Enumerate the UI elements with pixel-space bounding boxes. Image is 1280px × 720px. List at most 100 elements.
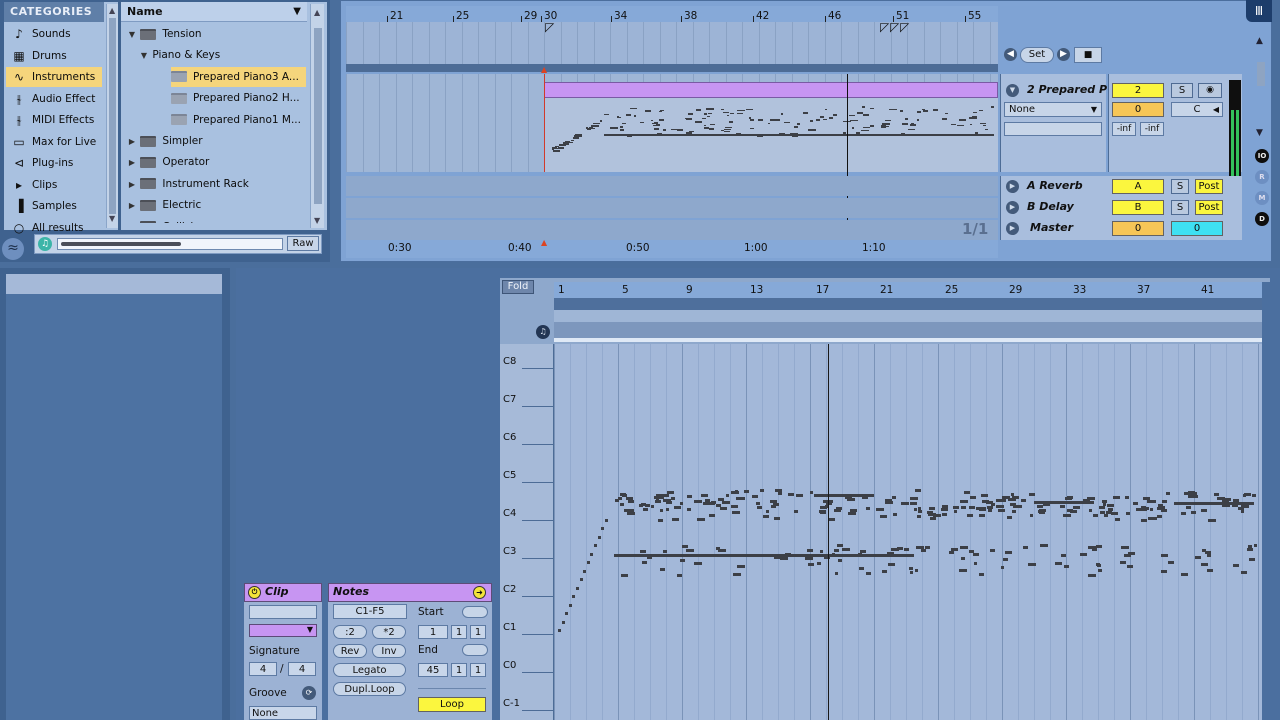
raw-button[interactable]: Raw: [287, 236, 319, 251]
file-item[interactable]: Prepared Piano3 A...: [171, 66, 306, 87]
midi-note[interactable]: [561, 620, 565, 624]
midi-note[interactable]: [893, 512, 898, 516]
midi-note[interactable]: [757, 506, 762, 510]
midi-note[interactable]: [891, 496, 897, 500]
midi-note[interactable]: [686, 549, 694, 553]
midi-note[interactable]: [910, 570, 914, 574]
midi-note[interactable]: [662, 493, 670, 497]
midi-note[interactable]: [1004, 550, 1011, 554]
midi-note[interactable]: [665, 501, 672, 505]
midi-note[interactable]: [875, 508, 884, 512]
midi-note[interactable]: [719, 506, 727, 510]
file-item[interactable]: ▶ Simpler: [127, 131, 306, 151]
set-button[interactable]: Set: [1020, 47, 1054, 63]
locator-flag-icon[interactable]: ◸: [545, 20, 554, 34]
midi-note[interactable]: [679, 558, 686, 562]
midi-note[interactable]: [963, 491, 970, 495]
preview-headphone-icon[interactable]: ♫: [38, 237, 52, 251]
midi-note[interactable]: [837, 544, 844, 548]
file-item[interactable]: ▼ Piano & Keys: [139, 45, 306, 65]
send-b-button[interactable]: B: [1112, 200, 1164, 215]
midi-note[interactable]: [725, 493, 730, 497]
end-beat[interactable]: 1: [451, 663, 467, 677]
midi-note[interactable]: [1022, 545, 1028, 549]
expand-icon[interactable]: ▼: [127, 25, 137, 45]
midi-note[interactable]: [1180, 572, 1189, 576]
midi-note[interactable]: [897, 546, 903, 550]
midi-note[interactable]: [1161, 554, 1169, 558]
midi-note[interactable]: [1194, 556, 1201, 560]
midi-note[interactable]: [1208, 518, 1217, 522]
midi-note[interactable]: [660, 508, 664, 512]
signature-numerator[interactable]: 4: [249, 662, 277, 676]
notes-arrow-icon[interactable]: ➜: [473, 586, 486, 599]
midi-note[interactable]: [1152, 499, 1156, 503]
file-scroll-thumb[interactable]: [314, 28, 322, 204]
master-volume[interactable]: 0: [1112, 221, 1164, 236]
category-scrollbar[interactable]: ▲ ▼: [106, 4, 118, 228]
midi-note[interactable]: [777, 491, 782, 495]
midi-note[interactable]: [737, 497, 746, 501]
notes-section-header[interactable]: Notes ➜: [328, 583, 492, 602]
midi-note[interactable]: [1126, 511, 1130, 515]
collapse-icon[interactable]: ▶: [127, 175, 137, 195]
note-range-field[interactable]: C1-F5: [333, 604, 407, 619]
start-end-markers[interactable]: [554, 310, 1262, 322]
midi-note[interactable]: [949, 551, 954, 555]
midi-note[interactable]: [1003, 557, 1008, 561]
midi-note[interactable]: [737, 565, 745, 569]
midi-note[interactable]: [756, 501, 760, 505]
midi-note[interactable]: [657, 518, 663, 522]
solo-button[interactable]: S: [1171, 83, 1193, 98]
midi-note[interactable]: [925, 545, 930, 549]
midi-note[interactable]: [626, 496, 633, 500]
midi-note[interactable]: [1247, 547, 1253, 551]
midi-note[interactable]: [930, 517, 937, 521]
locator-flag-icon[interactable]: ◸: [890, 20, 899, 34]
midi-note[interactable]: [1214, 493, 1219, 497]
track-name[interactable]: 2 Prepared P: [1027, 83, 1107, 96]
midi-note[interactable]: [653, 496, 661, 500]
midi-note[interactable]: [1251, 493, 1256, 497]
midi-note[interactable]: [941, 504, 948, 508]
midi-note[interactable]: [627, 512, 635, 516]
master-name[interactable]: Master: [1030, 221, 1073, 234]
midi-note[interactable]: [941, 508, 948, 511]
midi-note[interactable]: [638, 503, 644, 507]
midi-note[interactable]: [819, 509, 826, 513]
midi-note[interactable]: [888, 562, 896, 566]
midi-note[interactable]: [590, 552, 594, 556]
midi-note[interactable]: [881, 570, 887, 574]
midi-note[interactable]: [809, 491, 814, 495]
midi-note[interactable]: [1063, 565, 1069, 569]
midi-note[interactable]: [654, 554, 774, 557]
midi-note[interactable]: [1088, 509, 1093, 513]
midi-note[interactable]: [751, 495, 758, 499]
midi-note[interactable]: [666, 490, 674, 494]
start-sixteenth[interactable]: 1: [470, 625, 486, 639]
midi-note[interactable]: [731, 511, 740, 515]
midi-note[interactable]: [604, 518, 608, 522]
midi-note[interactable]: [687, 508, 692, 512]
midi-note[interactable]: [978, 573, 984, 577]
return-b-name[interactable]: B Delay: [1027, 200, 1074, 213]
midi-note[interactable]: [1063, 514, 1071, 518]
midi-note[interactable]: [694, 500, 703, 504]
midi-note[interactable]: [1008, 497, 1015, 501]
category-item[interactable]: ⊲ Plug-ins: [6, 153, 102, 173]
file-item[interactable]: ▼ Tension: [127, 24, 306, 44]
midi-note[interactable]: [834, 572, 838, 576]
midi-note[interactable]: [995, 504, 1004, 508]
midi-note[interactable]: [651, 504, 655, 508]
prev-locator-icon[interactable]: ◀: [1004, 48, 1017, 61]
multiply-2-button[interactable]: *2: [372, 625, 406, 639]
midi-note[interactable]: [960, 500, 969, 504]
midi-note[interactable]: [975, 507, 981, 511]
midi-note[interactable]: [879, 514, 887, 518]
midi-note[interactable]: [576, 586, 579, 590]
midi-note[interactable]: [904, 548, 909, 552]
midi-note[interactable]: [1097, 569, 1102, 573]
midi-note[interactable]: [731, 490, 739, 494]
loop-region[interactable]: [554, 322, 1262, 338]
midi-note[interactable]: [805, 556, 813, 560]
